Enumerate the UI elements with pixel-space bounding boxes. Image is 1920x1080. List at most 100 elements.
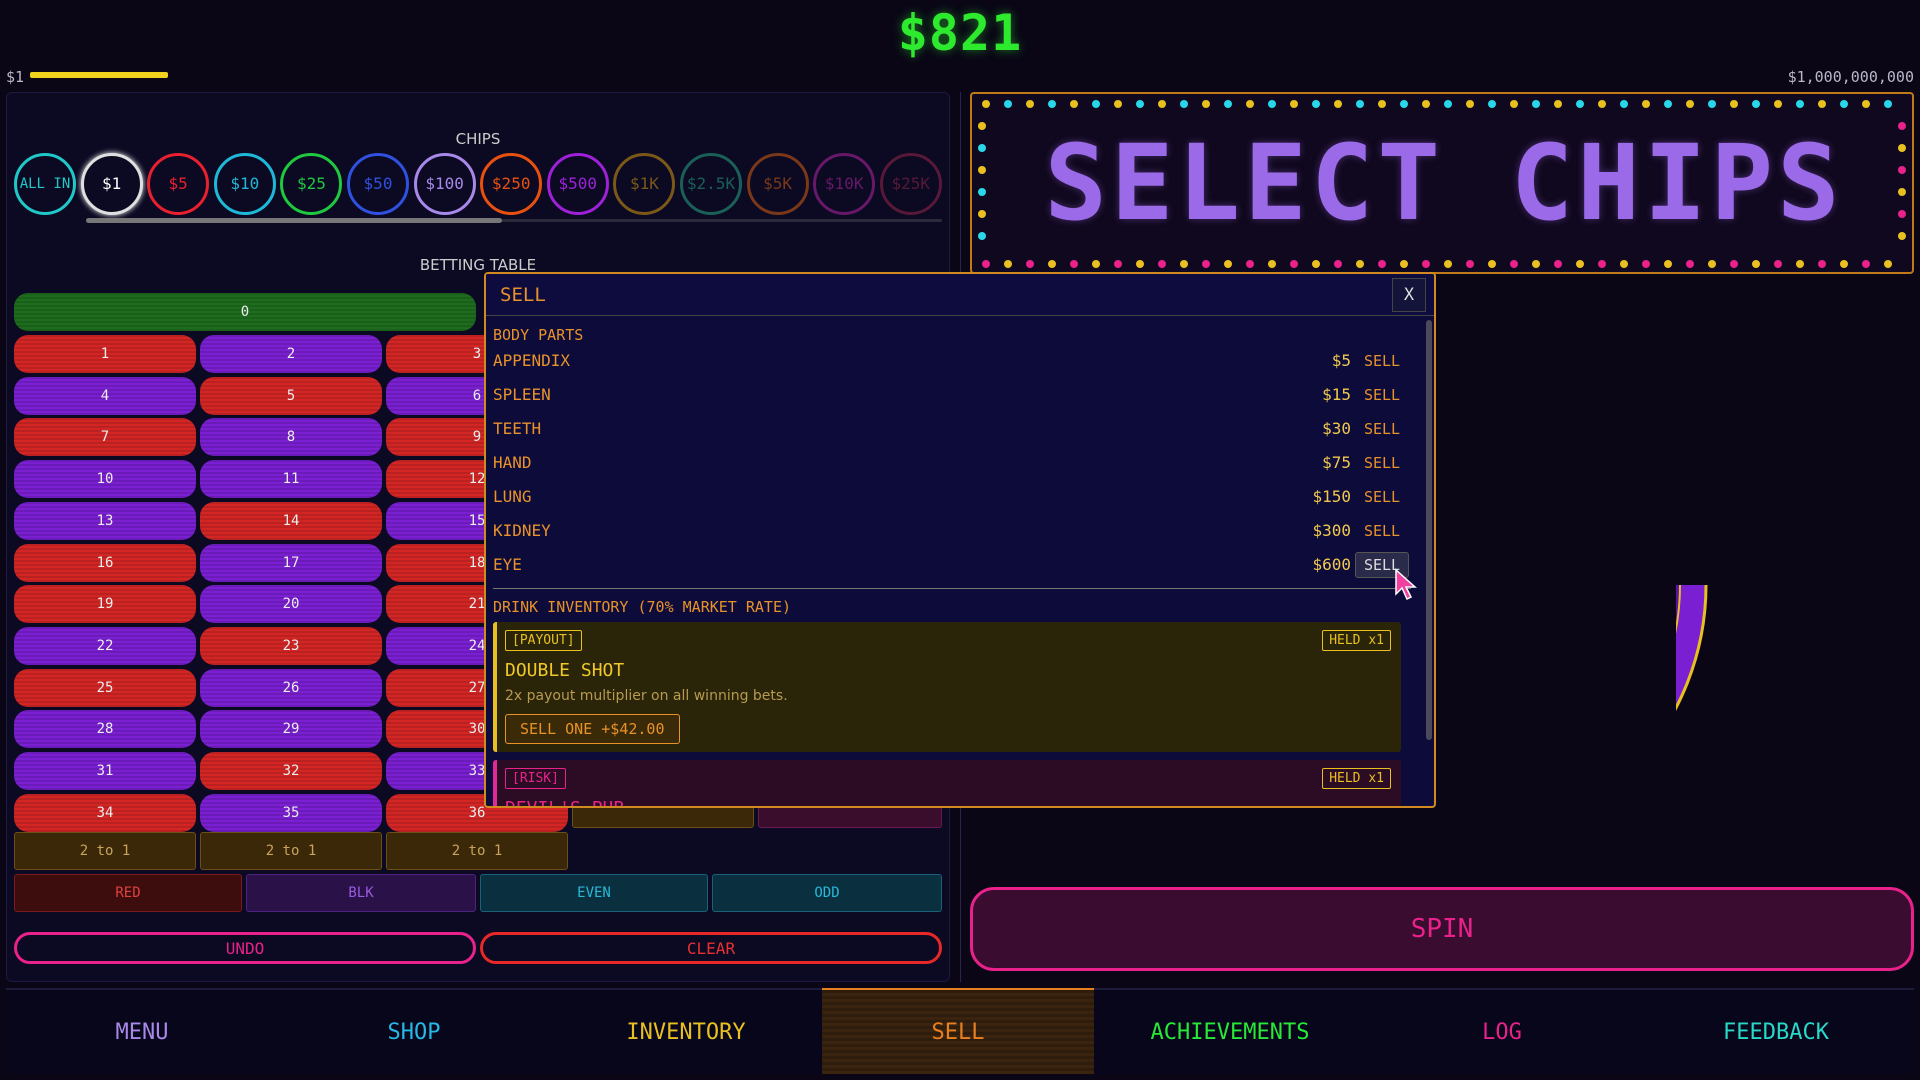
marquee-bulb <box>1246 260 1254 268</box>
tab-log[interactable]: LOG <box>1366 988 1638 1074</box>
sell-hand-button[interactable]: SELL <box>1355 450 1409 476</box>
bottom-nav: MENU SHOP INVENTORY SELL ACHIEVEMENTS LO… <box>6 988 1914 1074</box>
tab-inventory[interactable]: INVENTORY <box>550 988 822 1074</box>
marquee-bulb <box>1136 100 1144 108</box>
bet-cell-10[interactable]: 10 <box>14 460 196 499</box>
bet-cell-1[interactable]: 1 <box>14 335 196 373</box>
chip-250[interactable]: $250 <box>480 153 543 215</box>
bet-cell-34[interactable]: 34 <box>14 793 196 832</box>
bet-cell-zero[interactable]: 0 <box>14 293 476 331</box>
close-button[interactable]: X <box>1392 278 1426 312</box>
bet-red[interactable]: RED <box>14 874 242 912</box>
marquee-bulb <box>1576 100 1584 108</box>
undo-button[interactable]: UNDO <box>14 932 476 964</box>
bet-cell-8[interactable]: 8 <box>200 418 382 457</box>
drink-name: DOUBLE SHOT <box>505 660 625 681</box>
sell-teeth-button[interactable]: SELL <box>1355 416 1409 442</box>
marquee-bulb <box>1444 100 1452 108</box>
wheel-pocket <box>1466 357 1515 444</box>
chip-1[interactable]: $1 <box>80 153 143 215</box>
bet-cell-35[interactable]: 35 <box>200 793 382 832</box>
column-bet-2[interactable]: 2 to 1 <box>200 832 382 870</box>
chip-25k[interactable]: $2.5K <box>680 153 742 215</box>
spin-button[interactable]: SPIN <box>970 887 1914 971</box>
bet-cell-17[interactable]: 17 <box>200 543 382 582</box>
drink-tag: [PAYOUT] <box>505 630 582 651</box>
bet-cell-20[interactable]: 20 <box>200 585 382 624</box>
marquee-bulb <box>1312 260 1320 268</box>
chip-1k[interactable]: $1K <box>613 153 676 215</box>
marquee-bulb <box>1334 100 1342 108</box>
bet-cell-13[interactable]: 13 <box>14 501 196 540</box>
column-bet-3[interactable]: 2 to 1 <box>386 832 568 870</box>
chip-all-in[interactable]: ALL IN <box>14 153 76 215</box>
bet-odd[interactable]: ODD <box>712 874 942 912</box>
chip-10k[interactable]: $10K <box>813 153 876 215</box>
bet-cell-32[interactable]: 32 <box>200 752 382 790</box>
bet-cell-26[interactable]: 26 <box>200 668 382 707</box>
wheel-pocket <box>1583 517 1669 564</box>
bet-cell-19[interactable]: 19 <box>14 585 196 624</box>
body-parts-label: BODY PARTS <box>493 326 584 344</box>
marquee-bulb <box>1202 260 1210 268</box>
marquee-bulb <box>1488 100 1496 108</box>
bet-cell-4[interactable]: 4 <box>14 376 196 415</box>
wheel-number: 36 <box>1443 787 1462 806</box>
sell-one-button[interactable]: SELL ONE +$42.00 <box>505 714 680 744</box>
modal-header: SELL X <box>486 274 1434 316</box>
chip-5[interactable]: $5 <box>147 153 210 215</box>
chip-50[interactable]: $50 <box>347 153 409 215</box>
bet-cell-25[interactable]: 25 <box>14 668 196 707</box>
wheel-number: 20 <box>1641 595 1661 615</box>
marquee-bulb <box>1312 100 1320 108</box>
bet-cell-31[interactable]: 31 <box>14 752 196 790</box>
marquee-bulb <box>1818 260 1826 268</box>
bet-cell-28[interactable]: 28 <box>14 710 196 749</box>
sell-kidney-button[interactable]: SELL <box>1355 518 1409 544</box>
body-part-price: $75 <box>1322 453 1351 472</box>
bet-black[interactable]: BLK <box>246 874 476 912</box>
bet-cell-7[interactable]: 7 <box>14 418 196 457</box>
tab-shop[interactable]: SHOP <box>278 988 550 1074</box>
held-badge: HELD x1 <box>1322 768 1391 789</box>
bet-cell-22[interactable]: 22 <box>14 626 196 665</box>
body-part-name: EYE <box>493 555 522 574</box>
bet-cell-5[interactable]: 5 <box>200 376 382 415</box>
column-bet-1[interactable]: 2 to 1 <box>14 832 196 870</box>
wheel-pocket <box>1572 634 1659 694</box>
chip-25[interactable]: $25 <box>280 153 343 215</box>
chip-10[interactable]: $10 <box>213 153 276 215</box>
wheel-number: 22 <box>1586 713 1611 738</box>
bet-cell-23[interactable]: 23 <box>200 626 382 665</box>
marquee-bulb <box>1774 100 1782 108</box>
bet-cell-16[interactable]: 16 <box>14 543 196 582</box>
bet-cell-29[interactable]: 29 <box>200 710 382 749</box>
bet-cell-11[interactable]: 11 <box>200 460 382 499</box>
marquee-bulb <box>1510 100 1518 108</box>
tab-sell[interactable]: SELL <box>822 988 1094 1074</box>
chip-25k[interactable]: $25K <box>879 153 942 215</box>
wheel-number: 26 <box>1610 465 1635 490</box>
wheel-number: 15 <box>1535 755 1560 780</box>
bet-even[interactable]: EVEN <box>480 874 708 912</box>
wheel-pocket <box>1589 553 1672 589</box>
marquee-bulb <box>1224 260 1232 268</box>
wheel-number: 3 <box>1510 772 1525 792</box>
marquee-bulb <box>1400 260 1408 268</box>
chip-500[interactable]: $500 <box>546 153 609 215</box>
bet-cell-2[interactable]: 2 <box>200 335 382 373</box>
bet-cell-14[interactable]: 14 <box>200 501 382 540</box>
clear-button[interactable]: CLEAR <box>480 932 942 964</box>
chip-100[interactable]: $100 <box>413 153 476 215</box>
tab-menu[interactable]: MENU <box>6 988 278 1074</box>
modal-scrollbar[interactable] <box>1426 320 1432 740</box>
tab-achievements[interactable]: ACHIEVEMENTS <box>1094 988 1366 1074</box>
sell-appendix-button[interactable]: SELL <box>1355 348 1409 374</box>
marquee-bulb <box>1158 100 1166 108</box>
chip-5k[interactable]: $5K <box>746 153 809 215</box>
tab-feedback[interactable]: FEEDBACK <box>1638 988 1914 1074</box>
sell-lung-button[interactable]: SELL <box>1355 484 1409 510</box>
sell-spleen-button[interactable]: SELL <box>1355 382 1409 408</box>
chip-scrollbar[interactable] <box>86 218 502 223</box>
modal-divider <box>493 588 1411 589</box>
